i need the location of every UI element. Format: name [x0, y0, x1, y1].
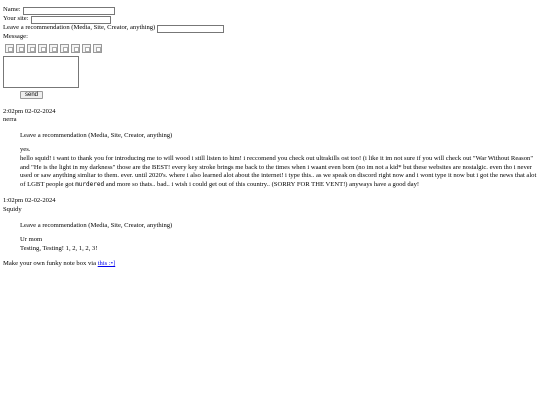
footer-text: Make your own funky note box via — [3, 260, 98, 268]
message-row: Message: — [3, 33, 537, 42]
entry-message: hello squid! i want to thank you for int… — [3, 155, 537, 189]
footer: Make your own funky note box via this :•… — [3, 260, 537, 269]
emote-icon[interactable] — [82, 43, 91, 53]
emote-icon[interactable] — [5, 43, 14, 53]
entry-timestamp: 2:02pm 02-02-2024 — [3, 107, 56, 115]
emote-icon[interactable] — [27, 43, 36, 53]
emote-icon[interactable] — [71, 43, 80, 53]
entry-author: Squidy — [3, 205, 22, 213]
name-input[interactable] — [22, 6, 115, 15]
entry-author: nerra — [3, 116, 17, 124]
name-row: Name: — [3, 6, 537, 15]
entry-timestamp: 1:02pm 02-02-2024 — [3, 197, 56, 205]
site-row: Your site: — [3, 15, 537, 24]
site-label: Your site: — [3, 15, 29, 23]
entry-rec-heading: Leave a recommendation (Media, Site, Cre… — [20, 221, 173, 229]
recommendation-label: Leave a recommendation (Media, Site, Cre… — [3, 24, 156, 32]
entry-message-mono: murdered — [75, 180, 105, 188]
message-label: Message: — [3, 33, 28, 41]
entry-message-text-end: and more so thats.. bad.. i wish i could… — [104, 180, 420, 188]
entry-rec-value: Ur mom — [20, 236, 43, 244]
emote-icon[interactable] — [93, 43, 102, 53]
note-box: Name: Your site: Leave a recommendation … — [0, 0, 540, 269]
entry-message: Testing, Testing! 1, 2, 1, 2, 3! — [20, 244, 98, 252]
emote-icon[interactable] — [49, 43, 58, 53]
emote-bar — [5, 43, 537, 53]
note-entry: 1:02pm 02-02-2024 Squidy Leave a recomme… — [3, 197, 537, 253]
emote-icon[interactable] — [60, 43, 69, 53]
recommendation-input[interactable] — [157, 24, 225, 33]
name-label: Name: — [3, 6, 21, 14]
emote-icon[interactable] — [38, 43, 47, 53]
entry-rec-heading: Leave a recommendation (Media, Site, Cre… — [20, 131, 173, 139]
entry-rec-value: yes. — [20, 146, 31, 154]
footer-link[interactable]: this :•] — [98, 260, 116, 267]
recommendation-row: Leave a recommendation (Media, Site, Cre… — [3, 24, 537, 33]
emote-icon[interactable] — [16, 43, 25, 53]
note-form: Name: Your site: Leave a recommendation … — [3, 6, 537, 100]
message-textarea[interactable] — [3, 56, 79, 88]
send-button[interactable]: send — [20, 91, 44, 99]
site-input[interactable] — [30, 15, 111, 24]
note-entry: 2:02pm 02-02-2024 nerra Leave a recommen… — [3, 108, 537, 190]
